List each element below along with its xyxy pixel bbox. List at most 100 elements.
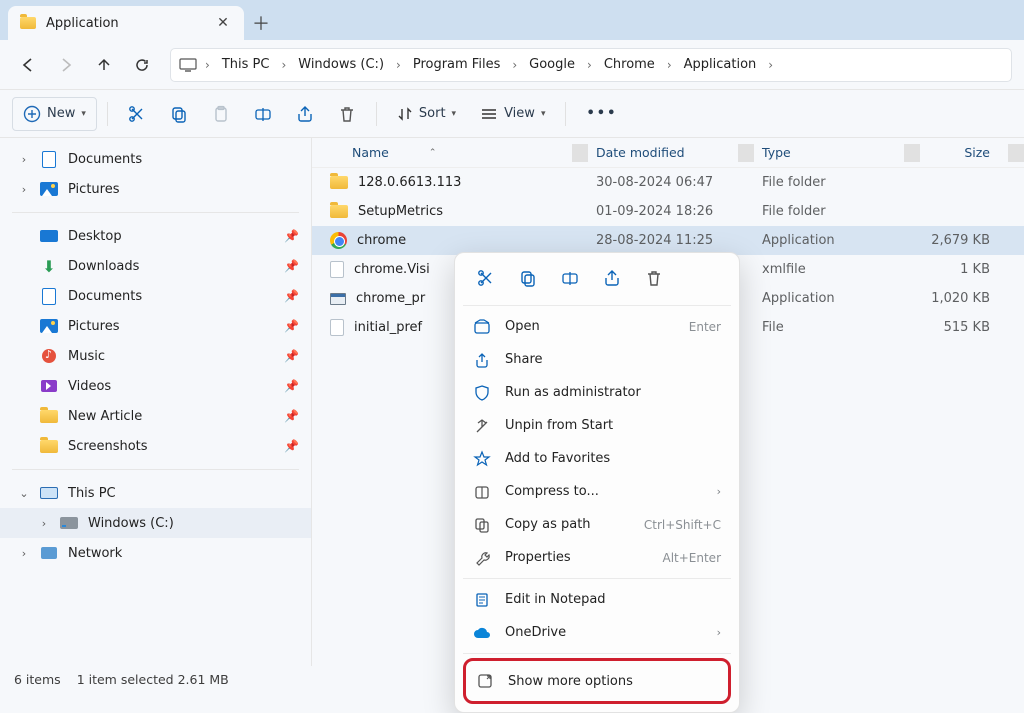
column-resize[interactable] [572,144,588,162]
file-size: 1 KB [920,262,1008,277]
share-icon [296,105,314,123]
cloud-icon [473,627,491,639]
sort-button[interactable]: Sort ▾ [387,97,466,131]
column-header-type[interactable]: Type [754,145,904,160]
context-item-add-favorites[interactable]: Add to Favorites [463,442,731,475]
chevron-right-icon[interactable]: › [661,58,678,72]
cut-button[interactable] [118,97,156,131]
chevron-right-icon[interactable]: › [581,58,598,72]
sidebar-item-music[interactable]: ›Music📌 [0,341,311,371]
copy-path-icon [473,517,491,533]
view-button[interactable]: View ▾ [470,97,555,131]
sidebar-item-pictures-pinned[interactable]: ›Pictures📌 [0,311,311,341]
window-tab[interactable]: Application ✕ [8,6,244,40]
context-delete-button[interactable] [635,263,673,293]
column-header-name[interactable]: Name⌃ [312,145,572,160]
sidebar-item-label: Desktop [68,229,122,244]
pin-icon: 📌 [284,289,299,303]
refresh-button[interactable] [126,49,158,81]
breadcrumb-item[interactable]: Google [525,53,579,76]
divider [463,653,731,654]
file-row[interactable]: chrome 28-08-2024 11:25 Application 2,67… [312,226,1024,255]
new-tab-button[interactable]: ＋ [244,6,278,40]
back-button[interactable] [12,49,44,81]
menu-label: Open [505,319,675,334]
chevron-right-icon[interactable]: › [506,58,523,72]
context-item-properties[interactable]: Properties Alt+Enter [463,541,731,574]
column-resize[interactable] [904,144,920,162]
forward-button[interactable] [50,49,82,81]
sidebar-item-network[interactable]: ›Network [0,538,311,568]
share-button[interactable] [286,97,324,131]
chevron-right-icon[interactable]: › [199,58,216,72]
breadcrumb-item[interactable]: Application [680,53,761,76]
sidebar-item-label: Network [68,546,122,561]
breadcrumb-item[interactable]: This PC [218,53,274,76]
sidebar-item-screenshots[interactable]: ›Screenshots📌 [0,431,311,461]
file-name: initial_pref [354,320,422,335]
sidebar-item-downloads[interactable]: ›⬇Downloads📌 [0,251,311,281]
column-resize[interactable] [738,144,754,162]
breadcrumb-item[interactable]: Chrome [600,53,659,76]
close-tab-button[interactable]: ✕ [214,15,232,31]
menu-label: OneDrive [505,625,703,640]
up-button[interactable] [88,49,120,81]
context-item-run-as-admin[interactable]: Run as administrator [463,376,731,409]
sidebar-item-documents-pinned[interactable]: ›Documents📌 [0,281,311,311]
sidebar-item-windows-c[interactable]: ›Windows (C:) [0,508,311,538]
breadcrumb-item[interactable]: Windows (C:) [294,53,388,76]
sidebar-item-label: Downloads [68,259,139,274]
context-copy-button[interactable] [509,263,547,293]
context-rename-button[interactable] [551,263,589,293]
menu-label: Properties [505,550,648,565]
chevron-right-icon[interactable]: › [762,58,779,72]
context-item-edit-notepad[interactable]: Edit in Notepad [463,583,731,616]
context-item-unpin-start[interactable]: Unpin from Start [463,409,731,442]
column-resize[interactable] [1008,144,1024,162]
paste-button[interactable] [202,97,240,131]
menu-label: Edit in Notepad [505,592,721,607]
sidebar-item-videos[interactable]: ›Videos📌 [0,371,311,401]
open-icon [473,319,491,335]
chevron-right-icon[interactable]: › [390,58,407,72]
file-type: Application [754,291,904,306]
sidebar-item-documents[interactable]: ›Documents [0,144,311,174]
sidebar-item-desktop[interactable]: ›Desktop📌 [0,221,311,251]
new-button[interactable]: New ▾ [12,97,97,131]
menu-label: Unpin from Start [505,418,721,433]
breadcrumb-item[interactable]: Program Files [409,53,505,76]
sidebar-item-pictures[interactable]: ›Pictures [0,174,311,204]
unpin-icon [473,418,491,434]
context-cut-button[interactable] [467,263,505,293]
delete-button[interactable] [328,97,366,131]
file-row[interactable]: 128.0.6613.113 30-08-2024 06:47 File fol… [312,168,1024,197]
column-header-size[interactable]: Size [920,145,1008,160]
list-icon [480,107,498,121]
network-icon [40,544,58,562]
folder-icon [40,407,58,425]
context-share-button[interactable] [593,263,631,293]
sidebar-item-this-pc[interactable]: ⌄This PC [0,478,311,508]
chevron-down-icon: ▾ [81,109,86,119]
rename-button[interactable] [244,97,282,131]
context-item-open[interactable]: Open Enter [463,310,731,343]
column-header-date[interactable]: Date modified [588,145,738,160]
context-item-share[interactable]: Share [463,343,731,376]
breadcrumb-bar[interactable]: › This PC › Windows (C:) › Program Files… [170,48,1012,82]
pin-icon: 📌 [284,439,299,453]
copy-button[interactable] [160,97,198,131]
picture-icon [40,317,58,335]
navigation-pane: ›Documents ›Pictures ›Desktop📌 ›⬇Downloa… [0,138,312,666]
pin-icon: 📌 [284,229,299,243]
folder-icon [40,437,58,455]
context-item-copy-path[interactable]: Copy as path Ctrl+Shift+C [463,508,731,541]
file-row[interactable]: SetupMetrics 01-09-2024 18:26 File folde… [312,197,1024,226]
context-item-compress[interactable]: Compress to... › [463,475,731,508]
file-size: 2,679 KB [920,233,1008,248]
context-item-onedrive[interactable]: OneDrive › [463,616,731,649]
trash-icon [645,269,663,287]
chevron-right-icon[interactable]: › [275,58,292,72]
sidebar-item-new-article[interactable]: ›New Article📌 [0,401,311,431]
more-button[interactable]: ••• [576,97,627,131]
context-item-show-more[interactable]: Show more options [466,661,728,701]
